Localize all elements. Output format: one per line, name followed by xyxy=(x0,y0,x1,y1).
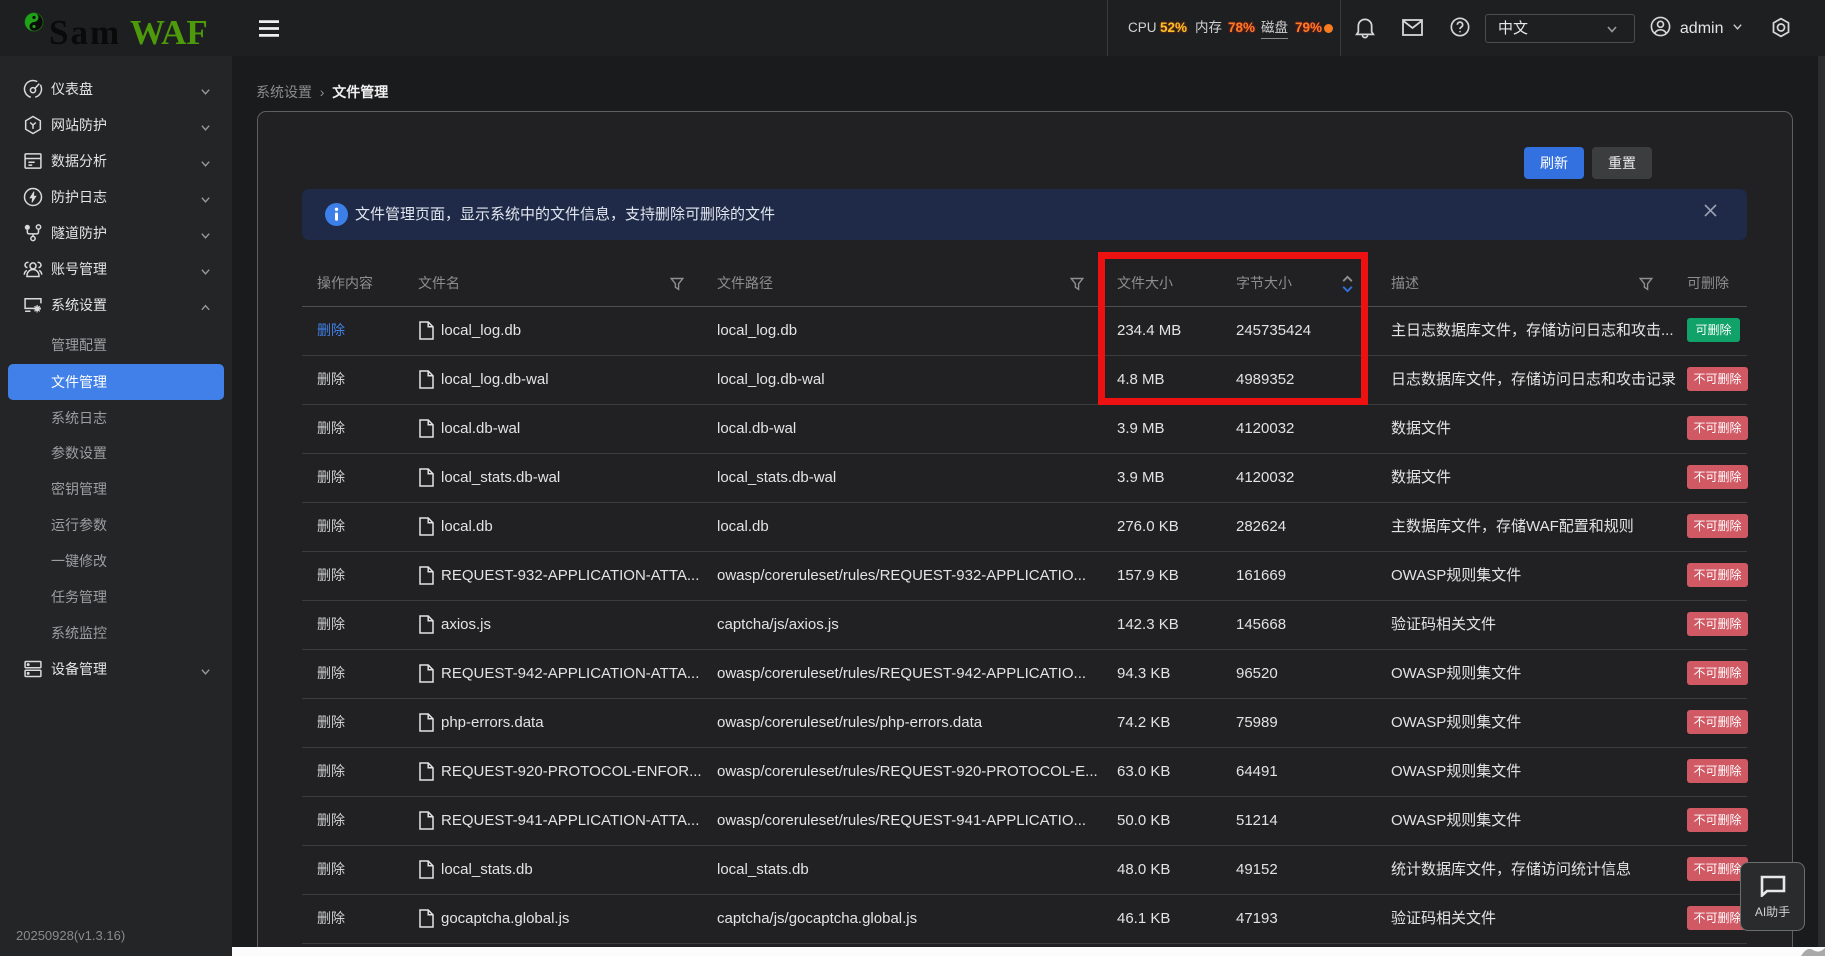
svg-text:Sam: Sam xyxy=(49,13,121,50)
svg-text:WAF: WAF xyxy=(130,13,208,50)
